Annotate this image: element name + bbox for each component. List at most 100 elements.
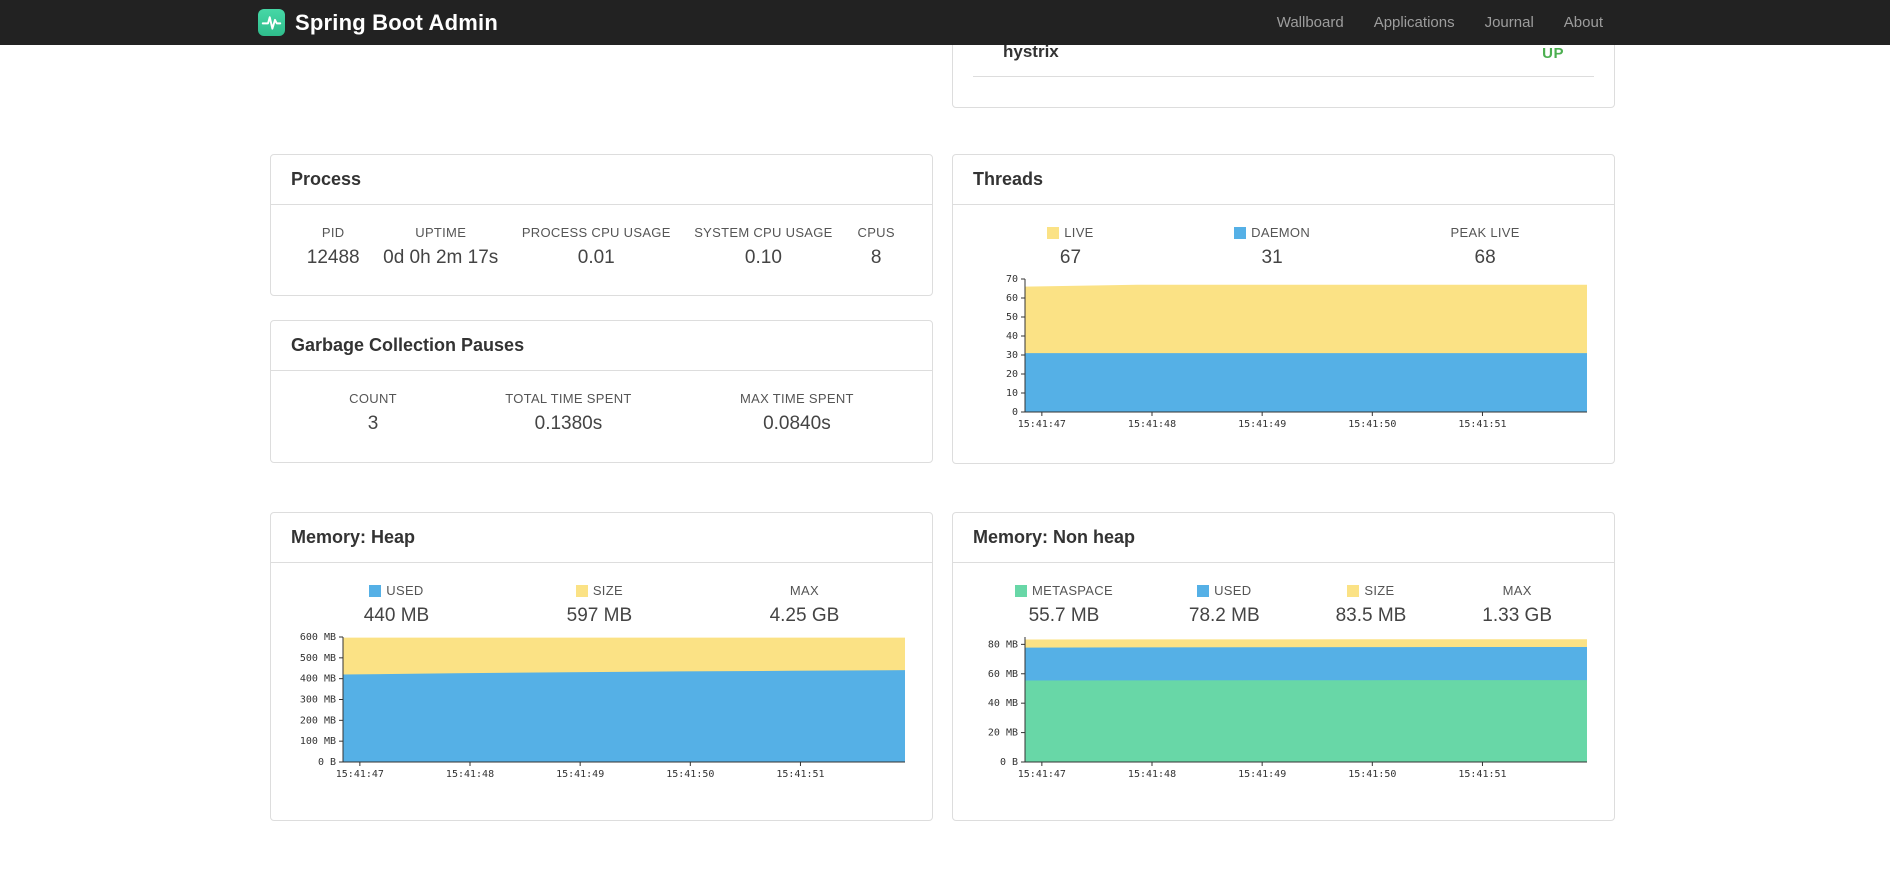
nav-links: Wallboard Applications Journal About [1262, 0, 1618, 45]
status-badge: UP [1542, 45, 1564, 62]
legend-label: USED [1214, 583, 1252, 598]
svg-text:70: 70 [1006, 274, 1018, 285]
stat-value: 0.01 [577, 247, 615, 268]
stat-label: MAX [1502, 583, 1532, 598]
process-panel: Process PID 12488 UPTIME 0d 0h 2m 17s PR… [270, 154, 933, 296]
gc-pauses-panel: Garbage Collection Pauses COUNT 3 TOTAL … [270, 320, 933, 463]
svg-text:15:41:50: 15:41:50 [666, 769, 714, 780]
stat-peak-live-threads: PEAK LIVE 68 [1451, 225, 1520, 269]
stat-value: 78.2 MB [1188, 605, 1260, 626]
stat-label: CPUS [857, 225, 895, 240]
nav-item-applications[interactable]: Applications [1359, 0, 1470, 45]
svg-text:0 B: 0 B [318, 757, 336, 768]
stat-label: SIZE [1336, 583, 1407, 598]
heap-legend: USED 440 MB SIZE 597 MB MAX 4.25 GB [295, 583, 908, 627]
stat-value: 31 [1261, 247, 1283, 268]
svg-text:0: 0 [1012, 407, 1018, 418]
stat-daemon-threads: DAEMON 31 [1234, 225, 1310, 269]
svg-text:15:41:49: 15:41:49 [556, 769, 604, 780]
threads-legend: LIVE 67 DAEMON 31 PEAK LIVE 68 [977, 225, 1590, 269]
svg-text:40 MB: 40 MB [988, 698, 1018, 709]
stat-pid: PID 12488 [307, 225, 360, 269]
svg-text:15:41:47: 15:41:47 [1018, 419, 1066, 430]
svg-text:15:41:48: 15:41:48 [1128, 769, 1176, 780]
stat-value: 67 [1059, 247, 1082, 268]
svg-text:15:41:51: 15:41:51 [1458, 769, 1506, 780]
svg-text:15:41:49: 15:41:49 [1238, 419, 1286, 430]
nav-item-journal[interactable]: Journal [1470, 0, 1549, 45]
svg-text:15:41:48: 15:41:48 [446, 769, 494, 780]
stat-label: DAEMON [1234, 225, 1310, 240]
stat-value: 0.0840s [763, 413, 831, 434]
svg-text:20: 20 [1006, 369, 1018, 380]
stat-label: TOTAL TIME SPENT [505, 391, 632, 406]
stat-label: PEAK LIVE [1450, 225, 1520, 240]
svg-text:20 MB: 20 MB [988, 728, 1018, 739]
svg-text:50: 50 [1006, 312, 1018, 323]
stat-label: USED [1189, 583, 1260, 598]
panel-title: Memory: Non heap [953, 513, 1614, 563]
stat-gc-max-time: MAX TIME SPENT 0.0840s [740, 391, 854, 435]
legend-label: SIZE [1364, 583, 1395, 598]
panel-title: Garbage Collection Pauses [271, 321, 932, 371]
legend-label: METASPACE [1031, 583, 1113, 598]
svg-text:15:41:47: 15:41:47 [336, 769, 384, 780]
stat-value: 1.33 GB [1482, 605, 1552, 626]
panel-title: Process [271, 155, 932, 205]
dashboard-content: hystrix UP Process PID 12488 UPTIME 0d 0… [0, 0, 1890, 892]
stat-label: SIZE [567, 583, 632, 598]
stat-live-threads: LIVE 67 [1047, 225, 1093, 269]
stat-label: COUNT [349, 391, 397, 406]
svg-text:400 MB: 400 MB [300, 674, 336, 685]
gc-stats: COUNT 3 TOTAL TIME SPENT 0.1380s MAX TIM… [295, 391, 908, 435]
stat-metaspace: METASPACE 55.7 MB [1014, 583, 1113, 627]
legend-swatch-used [369, 584, 382, 597]
svg-text:15:41:50: 15:41:50 [1348, 769, 1396, 780]
stat-value: 0.10 [744, 247, 782, 268]
svg-text:15:41:48: 15:41:48 [1128, 419, 1176, 430]
stat-label: MAX TIME SPENT [740, 391, 854, 406]
stat-value: 12488 [306, 247, 360, 268]
memory-nonheap-chart: 0 B 20 MB 40 MB 60 MB 80 MB 15:41:47 15:41:48 1… [988, 637, 1587, 780]
brand-link[interactable]: Spring Boot Admin [258, 9, 498, 36]
legend-swatch-live [1047, 226, 1060, 239]
stat-value: 3 [367, 413, 379, 434]
nav-item-about[interactable]: About [1549, 0, 1618, 45]
stat-uptime: UPTIME 0d 0h 2m 17s [383, 225, 498, 269]
stat-label: USED [364, 583, 429, 598]
legend-swatch-size [575, 584, 588, 597]
nonheap-legend: METASPACE 55.7 MB USED 78.2 MB SIZE 83.5… [977, 583, 1590, 627]
svg-text:80 MB: 80 MB [988, 639, 1018, 650]
threads-chart: 0 10 20 30 40 50 60 70 15:41:47 15:41:48 15:41:49 1… [1006, 274, 1587, 430]
stat-gc-count: COUNT 3 [349, 391, 397, 435]
stat-system-cpu-usage: SYSTEM CPU USAGE 0.10 [694, 225, 832, 269]
svg-text:300 MB: 300 MB [300, 695, 336, 706]
stat-label: METASPACE [1014, 583, 1113, 598]
stat-nonheap-max: MAX 1.33 GB [1482, 583, 1552, 627]
svg-text:60 MB: 60 MB [988, 669, 1018, 680]
stat-label: MAX [789, 583, 819, 598]
stat-heap-size: SIZE 597 MB [567, 583, 632, 627]
stat-gc-total-time: TOTAL TIME SPENT 0.1380s [505, 391, 631, 435]
svg-text:100 MB: 100 MB [300, 736, 336, 747]
panel-title: Memory: Heap [271, 513, 932, 563]
nav-item-wallboard[interactable]: Wallboard [1262, 0, 1359, 45]
panel-title: Threads [953, 155, 1614, 205]
stat-value: 440 MB [363, 605, 430, 626]
stat-value: 83.5 MB [1335, 605, 1407, 626]
legend-swatch-daemon [1234, 226, 1247, 239]
stat-value: 597 MB [566, 605, 633, 626]
stat-value: 55.7 MB [1028, 605, 1100, 626]
legend-label: DAEMON [1251, 225, 1311, 240]
service-name: hystrix [1003, 42, 1059, 61]
legend-label: LIVE [1064, 225, 1094, 240]
stat-value: 4.25 GB [769, 605, 840, 626]
svg-text:60: 60 [1006, 293, 1018, 304]
svg-text:15:41:51: 15:41:51 [1458, 419, 1506, 430]
legend-label: USED [386, 583, 424, 598]
svg-text:15:41:50: 15:41:50 [1348, 419, 1396, 430]
stat-value: 68 [1474, 247, 1496, 268]
stat-cpus: CPUS 8 [856, 225, 896, 269]
stat-heap-max: MAX 4.25 GB [770, 583, 840, 627]
svg-text:10: 10 [1006, 388, 1018, 399]
